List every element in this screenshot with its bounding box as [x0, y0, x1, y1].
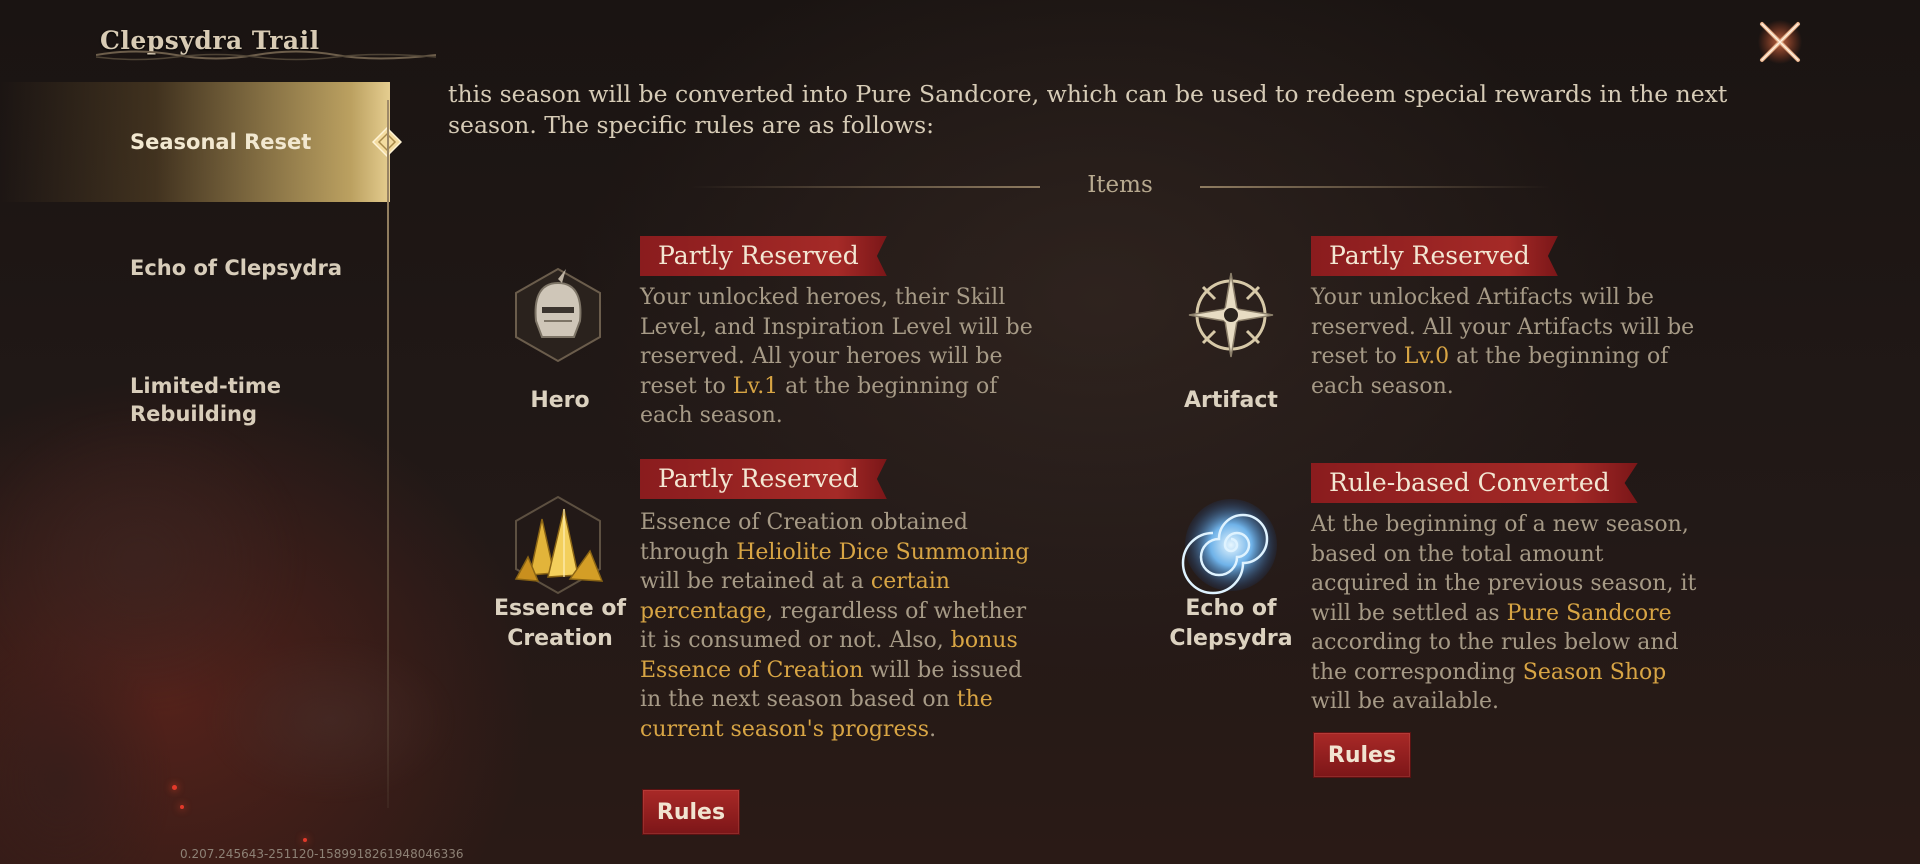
ember-particle — [303, 838, 307, 842]
description-text: will be available. — [1311, 689, 1500, 714]
rules-button[interactable]: Rules — [1313, 732, 1411, 778]
close-x-icon — [1758, 20, 1802, 64]
card-name: Essence of Creation — [493, 596, 627, 651]
card-description: Your unlocked Artifacts will be reserved… — [1311, 283, 1706, 401]
description-text: will be retained at a — [640, 569, 871, 594]
status-badge: Rule-based Converted — [1311, 463, 1638, 503]
sidebar-divider — [387, 100, 389, 808]
sidebar-item-label: Limited-time Rebuilding — [130, 374, 282, 426]
close-button[interactable] — [1752, 14, 1808, 70]
sidebar-item-limited-time-rebuilding[interactable]: Limited-time Rebuilding — [0, 364, 390, 436]
section-title: Items — [1087, 172, 1153, 198]
intro-text: this season will be converted into Pure … — [448, 80, 1728, 139]
card-description: Essence of Creation obtained through Hel… — [640, 508, 1035, 744]
status-badge: Partly Reserved — [640, 459, 887, 499]
sidebar-item-label: Echo of Clepsydra — [130, 256, 342, 280]
sidebar-item-seasonal-reset[interactable]: Seasonal Reset — [0, 82, 390, 202]
hero-icon — [508, 265, 608, 365]
highlight-text: Lv.1 — [732, 373, 779, 399]
section-heading: Items — [690, 172, 1550, 202]
card-description: At the beginning of a new season, based … — [1311, 510, 1706, 717]
card-name: Echo of Clepsydra — [1169, 596, 1293, 651]
sidebar-item-echo-of-clepsydra[interactable]: Echo of Clepsydra — [0, 248, 390, 288]
highlight-text: Lv.0 — [1403, 344, 1450, 369]
artifact-icon — [1181, 265, 1281, 365]
title-ornament — [96, 50, 436, 61]
sidebar-item-label: Seasonal Reset — [130, 130, 312, 154]
highlight-text: Pure Sandcore — [1506, 600, 1672, 626]
highlight-text: Heliolite Dice Summoning — [736, 539, 1030, 565]
divider-line — [1200, 186, 1550, 188]
echo-vortex-icon — [1181, 495, 1281, 595]
essence-crystal-icon — [508, 495, 608, 595]
highlight-text: Season Shop — [1522, 659, 1667, 685]
card-description: Your unlocked heroes, their Skill Level,… — [640, 283, 1035, 431]
status-badge: Partly Reserved — [640, 236, 887, 276]
version-text: 0.207.245643-251120-1589918261948046336 — [180, 847, 464, 861]
rules-button[interactable]: Rules — [642, 789, 740, 835]
sidebar: Seasonal Reset Echo of Clepsydra Limited… — [0, 82, 402, 822]
status-badge: Partly Reserved — [1311, 236, 1558, 276]
card-name: Artifact — [1184, 388, 1278, 413]
card-name: Hero — [530, 388, 590, 413]
description-text: . — [929, 716, 937, 742]
